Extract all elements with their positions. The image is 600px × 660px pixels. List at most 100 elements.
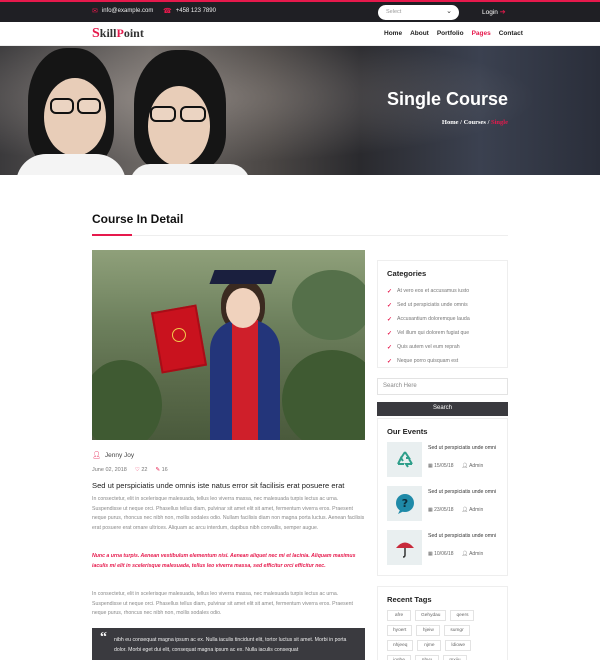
category-item[interactable]: ✓ At vero eos et accusamus iusto: [378, 284, 507, 298]
tag[interactable]: Gehydau: [415, 610, 447, 621]
glasses-right: [77, 98, 101, 114]
event-item[interactable]: ? Sed ut perspiciatis unde omni ▦ 23/05/…: [378, 486, 507, 530]
category-item[interactable]: ✓ Sed ut perspiciatis unde omnis: [378, 298, 507, 312]
event-author: 👤︎ Admin: [461, 551, 484, 557]
nav-item-contact[interactable]: Contact: [499, 30, 523, 37]
logo[interactable]: SkillPoint: [92, 26, 144, 42]
category-item[interactable]: ✓ Vel illum qui dolorem fugiat que: [378, 326, 507, 340]
umbrella-icon: [395, 542, 414, 558]
quote-text: nibh eu consequat magna ipsum ac ex. Nul…: [114, 637, 347, 653]
event-item[interactable]: Sed ut perspiciatis unde omni ▦ 10/06/18…: [378, 530, 507, 574]
nav-menu: Home About Portfolio Pages Contact: [384, 30, 523, 37]
language-select[interactable]: Select ⌄: [378, 5, 459, 20]
categories-widget: Categories ✓ At vero eos et accusamus ius…: [377, 260, 508, 368]
phone-text: +458 123 7890: [175, 8, 216, 14]
envelope-icon: ✉: [92, 8, 98, 15]
phone-contact[interactable]: ☎ +458 123 7890: [163, 7, 216, 15]
post-author[interactable]: 👤︎ Jenny Joy: [92, 451, 135, 460]
tags-title: Recent Tags: [387, 595, 432, 604]
sign-in-icon: ➔: [499, 9, 506, 16]
author-name: Jenny Joy: [104, 451, 135, 459]
check-icon: ✓: [387, 288, 393, 295]
category-item[interactable]: ✓ Quis autem vel eum reprah: [378, 340, 507, 354]
event-author: 👤︎ Admin: [461, 463, 484, 469]
event-title: Sed ut perspiciatis unde omni: [428, 445, 497, 451]
divider-accent: [92, 234, 132, 236]
section-title: Course In Detail: [92, 212, 184, 226]
tag[interactable]: mxiju: [443, 655, 467, 660]
post-meta: June 02, 2018 ♡ 22 ✎ 16: [92, 467, 168, 473]
comments-count-wrap[interactable]: ✎ 16: [155, 467, 167, 473]
breadcrumb-courses[interactable]: Courses: [464, 119, 486, 126]
event-title: Sed ut perspiciatis unde omni: [428, 489, 497, 495]
events-widget: Our Events Sed ut perspiciatis unde omni…: [377, 418, 508, 576]
event-date: ▦ 15/05/18: [428, 463, 454, 469]
search-button[interactable]: Search: [377, 402, 508, 416]
search-input[interactable]: Search Here: [377, 378, 508, 395]
event-thumbnail: [387, 442, 422, 477]
login-link[interactable]: Login ➔: [482, 8, 506, 16]
category-item[interactable]: ✓ Accusantium doloremque lauda: [378, 312, 507, 326]
breadcrumb-current: Single: [491, 119, 508, 126]
comment-icon: ✎: [155, 467, 161, 473]
user-icon: 👤︎: [92, 452, 101, 459]
nav-item-about[interactable]: About: [410, 30, 429, 37]
tag[interactable]: njme: [417, 640, 442, 651]
hero-banner: Single Course Home / Courses / Single: [0, 46, 600, 175]
breadcrumb: Home / Courses / Single: [441, 119, 508, 126]
tag-list: afre Gehydau qeers hyoert hjeiw sumgr nh…: [378, 610, 507, 660]
check-icon: ✓: [387, 344, 393, 351]
main-nav: SkillPoint Home About Portfolio Pages Co…: [0, 22, 600, 46]
nav-item-portfolio[interactable]: Portfolio: [437, 30, 464, 37]
tag[interactable]: ioghe: [387, 655, 411, 660]
graduation-cap: [209, 270, 277, 284]
check-icon: ✓: [387, 358, 393, 365]
check-icon: ✓: [387, 330, 393, 337]
phone-icon: ☎: [163, 8, 172, 15]
post-paragraph: In consectetur, elit in scelerisque male…: [92, 591, 353, 616]
post-date: June 02, 2018: [92, 467, 127, 473]
post-highlight-paragraph: Nunc a urna turpis. Aenean vestibulum el…: [92, 553, 356, 569]
post-paragraph: In consectetur, elit in scelerisque male…: [92, 496, 365, 531]
category-item[interactable]: ✓ Neque porro quisquam est: [378, 354, 507, 368]
event-meta: ▦ 23/05/18 👤︎ Admin: [428, 507, 483, 513]
email-text: info@example.com: [101, 8, 154, 14]
hero-photo-face: [44, 78, 106, 156]
recycle-icon: [396, 450, 413, 468]
glasses-left: [50, 98, 74, 114]
quote-icon: “: [100, 630, 107, 645]
page-title: Single Course: [386, 89, 508, 109]
event-meta: ▦ 10/06/18 👤︎ Admin: [428, 551, 483, 557]
breadcrumb-home[interactable]: Home: [442, 119, 459, 126]
event-item[interactable]: Sed ut perspiciatis unde omni ▦ 15/05/18…: [378, 442, 507, 486]
nav-item-home[interactable]: Home: [384, 30, 402, 37]
chevron-down-icon: ⌄: [446, 8, 452, 15]
tag[interactable]: hyoert: [387, 625, 413, 636]
events-title: Our Events: [387, 427, 428, 436]
heart-icon: ♡: [134, 467, 140, 473]
likes-count-wrap[interactable]: ♡ 22: [135, 467, 148, 473]
nav-item-pages[interactable]: Pages: [472, 30, 491, 37]
categories-title: Categories: [387, 269, 427, 278]
tags-widget: Recent Tags afre Gehydau qeers hyoert hj…: [377, 586, 508, 660]
top-bar: ✉ info@example.com ☎ +458 123 7890 Selec…: [0, 0, 600, 22]
login-label: Login: [482, 9, 498, 16]
tag[interactable]: hjeiw: [416, 625, 441, 636]
post-title: Sed ut perspiciatis unde omnis iste natu…: [92, 481, 345, 490]
likes-count: 22: [141, 467, 148, 473]
tag[interactable]: afre: [387, 610, 411, 621]
tag[interactable]: ldiowe: [445, 640, 472, 651]
course-image: [92, 250, 365, 440]
tag[interactable]: nhjeeq: [387, 640, 414, 651]
tag[interactable]: qeers: [450, 610, 475, 621]
tag[interactable]: sumgr: [444, 625, 470, 636]
event-date: ▦ 23/05/18: [428, 507, 454, 513]
event-thumbnail: [387, 530, 422, 565]
divider: [92, 235, 508, 236]
blockquote: “ nibh eu consequat magna ipsum ac ex. N…: [92, 628, 365, 660]
tag[interactable]: nhyu: [415, 655, 439, 660]
event-date: ▦ 10/06/18: [428, 551, 454, 557]
check-icon: ✓: [387, 302, 393, 309]
event-title: Sed ut perspiciatis unde omni: [428, 533, 497, 539]
email-contact[interactable]: ✉ info@example.com: [92, 7, 153, 15]
